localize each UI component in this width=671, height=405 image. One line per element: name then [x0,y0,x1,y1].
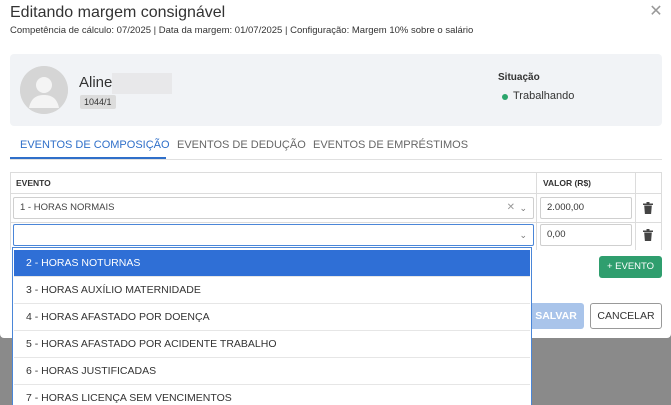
chevron-down-icon[interactable]: ⌄ [519,225,527,245]
dropdown-option[interactable]: 7 - HORAS LICENÇA SEM VENCIMENTOS [14,385,530,405]
redacted-surname [112,73,172,94]
modal-title: Editando margem consignável [10,4,226,21]
active-tab-indicator [10,157,166,159]
header-valor: VALOR (R$) [543,178,592,188]
table-row-value-input[interactable]: 0,00 [540,224,632,246]
table-row-value-input[interactable]: 2.000,00 [540,197,632,219]
user-silhouette-icon [20,66,68,114]
status-value: Trabalhando [513,90,575,102]
avatar [20,66,68,114]
employee-name: Aline [79,74,113,91]
column-divider [536,172,537,250]
column-divider [661,172,662,250]
employee-profile-card: Aline 1044/1 Situação Trabalhando [10,54,662,126]
status-label: Situação [498,72,540,83]
tab-eventos-composicao[interactable]: EVENTOS DE COMPOSIÇÃO [20,139,170,151]
tabs-bar: EVENTOS DE COMPOSIÇÃO EVENTOS DE DEDUÇÃO… [10,134,662,160]
dropdown-option[interactable]: 3 - HORAS AUXÍLIO MATERNIDADE [14,277,530,303]
tab-eventos-emprestimos[interactable]: EVENTOS DE EMPRÉSTIMOS [313,139,468,151]
tab-eventos-deducao[interactable]: EVENTOS DE DEDUÇÃO [177,139,306,151]
event-select-value: 1 - HORAS NORMAIS [20,202,115,213]
column-divider [635,172,636,250]
table-row-event-select-active[interactable]: ⌄ [13,224,534,246]
save-button[interactable]: SALVAR [528,303,584,329]
trash-icon[interactable] [643,229,653,241]
add-event-button[interactable]: + EVENTO [599,256,662,278]
dropdown-option[interactable]: 4 - HORAS AFASTADO POR DOENÇA [14,304,530,330]
row-divider [10,222,662,223]
cancel-button[interactable]: CANCELAR [590,303,662,329]
employee-id-badge: 1044/1 [80,95,116,109]
trash-icon[interactable] [643,202,653,214]
event-dropdown-list: 2 - HORAS NOTURNAS 3 - HORAS AUXÍLIO MAT… [12,247,532,405]
modal-subtitle: Competência de cálculo: 07/2025 | Data d… [10,25,474,36]
table-row-event-select[interactable]: 1 - HORAS NORMAIS ✕ ⌄ [13,197,534,219]
events-table: EVENTO VALOR (R$) 1 - HORAS NORMAIS ✕ ⌄ … [10,172,662,250]
clear-icon[interactable]: ✕ [507,198,515,218]
dropdown-option[interactable]: 2 - HORAS NOTURNAS [14,250,530,276]
column-divider [10,172,11,250]
status-dot-icon [502,94,508,100]
dropdown-option[interactable]: 6 - HORAS JUSTIFICADAS [14,358,530,384]
close-icon[interactable]: ✕ [648,4,664,20]
table-header: EVENTO VALOR (R$) [10,172,662,194]
header-evento: EVENTO [16,178,51,188]
dropdown-option[interactable]: 5 - HORAS AFASTADO POR ACIDENTE TRABALHO [14,331,530,357]
chevron-down-icon[interactable]: ⌄ [519,198,527,218]
